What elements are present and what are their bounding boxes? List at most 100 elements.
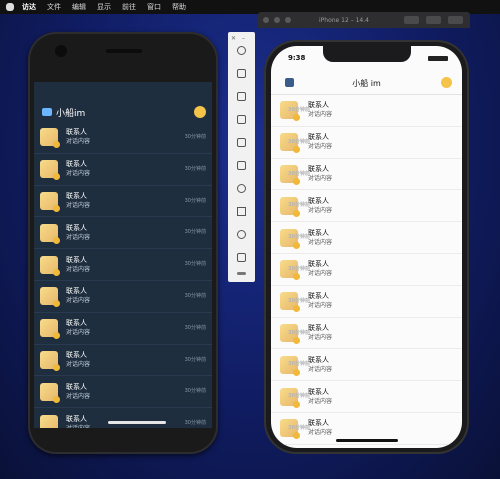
list-item-text: 联系人对话内容 <box>66 128 90 146</box>
contact-name: 联系人 <box>66 414 87 423</box>
timestamp: 30分钟前 <box>288 107 310 113</box>
simulator-title: iPhone 12 – 14.4 <box>319 16 369 24</box>
menu-edit[interactable]: 编辑 <box>72 2 86 12</box>
iphone-app-title: 小船 im <box>352 79 381 88</box>
contact-name: 联系人 <box>66 382 87 391</box>
screenshot-icon[interactable] <box>237 161 246 170</box>
home-icon[interactable] <box>237 230 246 239</box>
message-preview: 对话内容 <box>66 201 91 209</box>
window-zoom-button[interactable] <box>285 17 291 23</box>
list-item[interactable]: 联系人对话内容30分钟前 <box>271 159 462 191</box>
back-icon[interactable] <box>237 207 246 216</box>
list-item[interactable]: 联系人对话内容 30分钟前 <box>34 313 212 345</box>
iphone-nav-bar: 小船 im <box>271 72 462 95</box>
list-item[interactable]: 联系人对话内容30分钟前 <box>271 222 462 254</box>
rotate-right-icon[interactable] <box>237 138 246 147</box>
overview-icon[interactable] <box>237 253 246 262</box>
front-camera <box>55 45 67 57</box>
list-item[interactable]: 联系人对话内容30分钟前 <box>271 286 462 318</box>
list-item[interactable]: 联系人对话内容30分钟前 <box>271 127 462 159</box>
rotate-left-icon[interactable] <box>237 115 246 124</box>
zoom-icon[interactable] <box>237 184 246 193</box>
list-item-text: 联系人对话内容 <box>66 287 90 305</box>
list-item[interactable]: 联系人对话内容30分钟前 <box>34 217 212 250</box>
timestamp: 30分钟前 <box>288 234 310 241</box>
home-button[interactable] <box>426 16 441 24</box>
android-conversation-list: 联系人 对话内容 30分钟前 联系人 对话内容 30分钟前 联系人 对话内容 30分钟前 联系人对… <box>34 122 212 428</box>
emulator-toolbar: ✕ – <box>228 32 255 282</box>
list-item[interactable]: 联系人对话内容30分钟前 <box>271 349 462 382</box>
menu-view[interactable]: 显示 <box>97 2 111 12</box>
timestamp: 30分钟前 <box>288 393 310 400</box>
window-close-button[interactable] <box>263 17 269 23</box>
volume-up-icon[interactable] <box>237 69 246 78</box>
screenshot-button[interactable] <box>404 16 419 24</box>
message-preview: 对话内容 <box>66 392 91 400</box>
contact-name: 联系人 <box>66 287 87 296</box>
list-item[interactable]: 联系人对话内容30分钟前 <box>34 154 212 186</box>
android-emulator: 小船im 联系人 对话内容 30分钟前 联系人 对话内容 30分钟前 联系人 对话内容 30分钟… <box>28 32 218 454</box>
list-item[interactable]: 联系人对话内容30分钟前 <box>271 95 462 127</box>
window-minimize-button[interactable] <box>274 17 280 23</box>
avatar <box>40 160 60 181</box>
list-item[interactable]: 联系人对话内容30分钟前 <box>34 122 212 154</box>
timestamp: 30分钟前 <box>288 265 310 272</box>
message-preview: 对话内容 <box>66 297 91 305</box>
iphone-home-indicator[interactable] <box>336 439 398 442</box>
message-preview: 对话内容 <box>66 424 90 428</box>
message-preview: 对话内容 <box>66 329 91 337</box>
iphone-simulator: 9:38 小船 im 联系人 对话内容 30分钟前 联系人 对话内容 30分钟前 联系人 对话… <box>264 40 469 454</box>
iphone-conversation-list: 联系人 对话内容 30分钟前 联系人 对话内容 30分钟前 联系人 对话内容 30分钟前 联系人对… <box>271 95 462 445</box>
message-preview: 对话内容 <box>66 265 91 273</box>
timestamp: 30分钟前 <box>184 324 206 331</box>
timestamp: 30分钟前 <box>184 420 206 427</box>
timestamp: 30分钟前 <box>288 424 310 431</box>
android-status-bar <box>34 82 212 103</box>
power-icon[interactable] <box>237 46 246 55</box>
timestamp: 30分钟前 <box>184 388 206 395</box>
menu-window[interactable]: 窗口 <box>147 2 161 12</box>
list-item-text: 联系人对话内容 <box>66 351 90 369</box>
iphone-screen: 9:38 小船 im 联系人 对话内容 30分钟前 联系人 对话内容 30分钟前 联系人 对话… <box>271 46 462 448</box>
avatar <box>40 382 60 403</box>
list-item[interactable]: 联系人对话内容30分钟前 <box>271 381 462 413</box>
menu-go[interactable]: 前往 <box>122 2 136 12</box>
avatar <box>40 414 60 428</box>
more-icon[interactable] <box>237 272 246 275</box>
minimize-icon[interactable]: – <box>242 35 245 42</box>
avatar <box>40 319 60 340</box>
volume-down-icon[interactable] <box>237 92 246 101</box>
timestamp: 30分钟前 <box>288 297 310 304</box>
list-item[interactable]: 联系人对话内容30分钟前 <box>34 249 212 281</box>
menu-help[interactable]: 帮助 <box>172 2 186 12</box>
message-preview: 对话内容 <box>66 170 91 178</box>
menu-finder[interactable]: 访达 <box>22 2 36 12</box>
apple-icon[interactable] <box>6 3 14 11</box>
list-item-text: 联系人对话内容 <box>66 319 90 337</box>
close-icon[interactable]: ✕ <box>231 35 236 42</box>
list-item[interactable]: 联系人对话内容30分钟前 <box>271 190 462 223</box>
avatar <box>40 223 60 244</box>
list-item[interactable]: 联系人对话内容30分钟前 <box>271 318 462 350</box>
emoji-icon[interactable] <box>194 106 206 118</box>
rotate-button[interactable] <box>448 16 463 24</box>
timestamp: 30分钟前 <box>184 292 206 299</box>
list-item[interactable]: 联系人对话内容 30分钟前 <box>34 376 212 409</box>
timestamp: 30分钟前 <box>288 329 310 336</box>
list-item[interactable]: 联系人对话内容30分钟前 <box>34 186 212 218</box>
android-home-indicator[interactable] <box>108 421 166 424</box>
contact-name: 联系人 <box>66 223 87 232</box>
avatar <box>40 128 60 149</box>
list-item[interactable]: 联系人对话内容 30分钟前 <box>34 345 212 377</box>
list-item[interactable]: 联系人对话内容30分钟前 <box>271 254 462 286</box>
list-item-text: 联系人对话内容 <box>66 415 90 428</box>
list-item[interactable]: 联系人对话内容 30分钟前 <box>34 408 212 428</box>
status-time: 9:38 <box>288 54 306 62</box>
timestamp: 30分钟前 <box>184 356 206 363</box>
android-app-bar: 小船im <box>34 103 212 121</box>
contact-name: 联系人 <box>66 255 87 264</box>
emoji-icon[interactable] <box>441 77 452 88</box>
timestamp: 30分钟前 <box>184 165 206 172</box>
list-item[interactable]: 联系人对话内容 30分钟前 <box>34 281 212 313</box>
menu-file[interactable]: 文件 <box>47 2 61 12</box>
